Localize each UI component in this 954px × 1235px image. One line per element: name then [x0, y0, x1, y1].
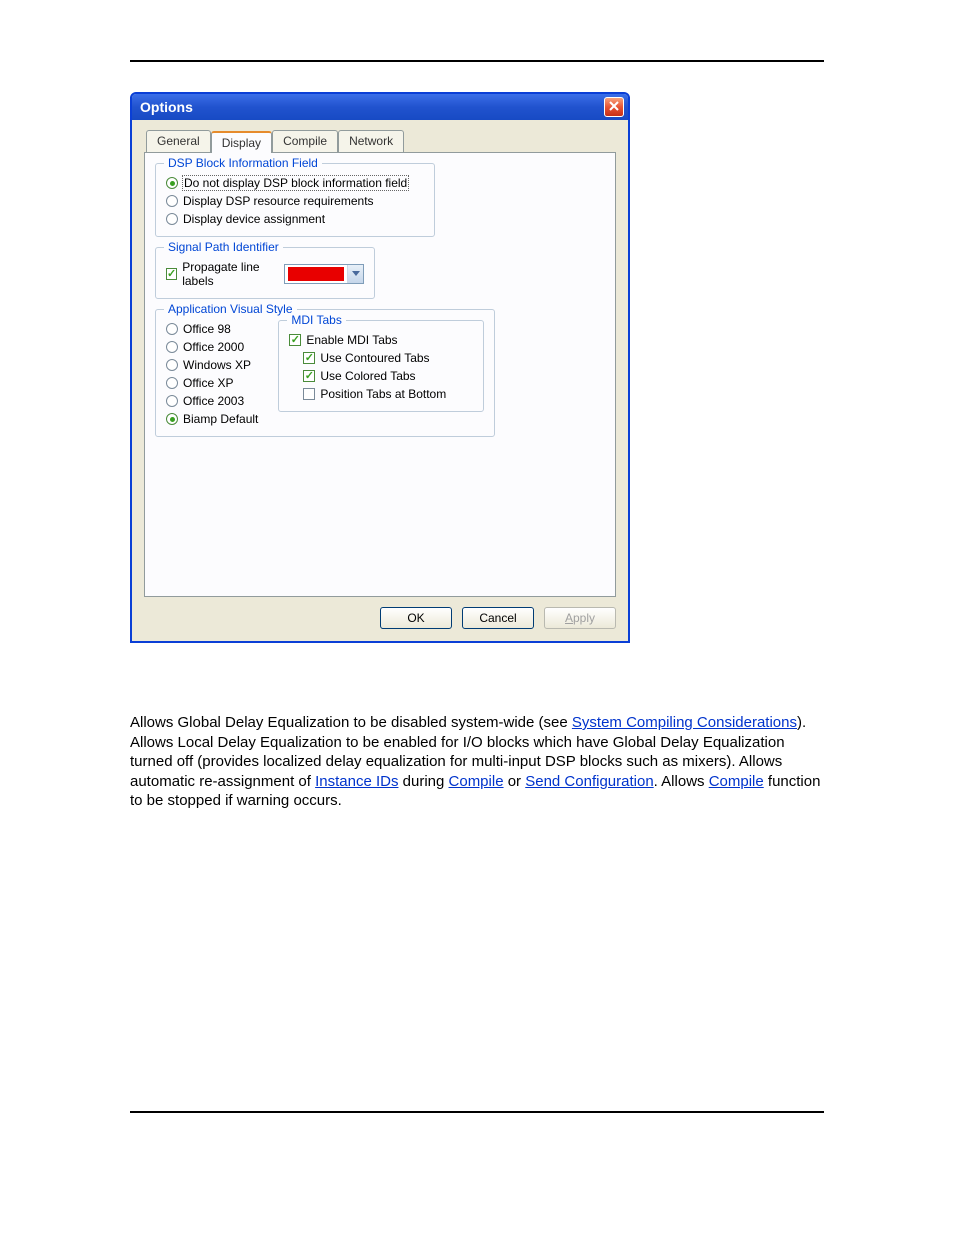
tab-general[interactable]: General [146, 130, 211, 152]
group-mdi-tabs: MDI Tabs ✓ Enable MDI Tabs ✓ Use Contour… [278, 320, 484, 412]
page-rule-bottom [130, 1111, 824, 1113]
ok-button[interactable]: OK [380, 607, 452, 629]
checkbox-icon: ✓ [303, 388, 315, 400]
dialog-button-row: OK Cancel Apply [144, 607, 616, 629]
radio-dsp-option-1[interactable]: Display DSP resource requirements [166, 192, 424, 210]
radio-label: Display device assignment [183, 212, 325, 226]
group-dsp-block-info: DSP Block Information Field Do not displ… [155, 163, 435, 237]
chevron-down-icon [347, 265, 363, 283]
radio-icon [166, 177, 178, 189]
description-paragraph: Allows Global Delay Equalization to be d… [130, 713, 824, 811]
radio-icon [166, 195, 178, 207]
checkbox-label: Propagate line labels [182, 260, 274, 288]
checkbox-label: Position Tabs at Bottom [320, 387, 446, 401]
page-rule-top [130, 60, 824, 62]
radio-icon [166, 341, 178, 353]
checkbox-icon: ✓ [166, 268, 177, 280]
titlebar: Options [132, 94, 628, 120]
color-dropdown[interactable] [284, 264, 364, 284]
text: . Allows [654, 773, 709, 790]
radio-label: Biamp Default [183, 412, 258, 426]
link-compile[interactable]: Compile [449, 773, 504, 790]
radio-label: Office 98 [183, 322, 231, 336]
checkbox-icon: ✓ [303, 370, 315, 382]
group-legend: DSP Block Information Field [164, 156, 322, 170]
checkbox-label: Use Colored Tabs [320, 369, 415, 383]
checkbox-use-colored-tabs[interactable]: ✓ Use Colored Tabs [289, 367, 473, 385]
radio-icon [166, 213, 178, 225]
radio-label: Office 2000 [183, 340, 244, 354]
radio-dsp-option-2[interactable]: Display device assignment [166, 210, 424, 228]
radio-style-biamp-default[interactable]: Biamp Default [166, 410, 258, 428]
checkbox-enable-mdi-tabs[interactable]: ✓ Enable MDI Tabs [289, 331, 473, 349]
color-swatch [288, 267, 344, 281]
text: Allows Global Delay Equalization to be d… [130, 714, 572, 731]
radio-label: Display DSP resource requirements [183, 194, 374, 208]
group-signal-path: Signal Path Identifier ✓ Propagate line … [155, 247, 375, 299]
radio-icon [166, 413, 178, 425]
tab-network[interactable]: Network [338, 130, 404, 152]
tab-strip: General Display Compile Network [144, 130, 616, 153]
text: or [504, 773, 526, 790]
options-dialog: Options General Display Compile Network … [130, 92, 630, 643]
checkbox-propagate-labels[interactable]: ✓ Propagate line labels [166, 258, 274, 290]
radio-icon [166, 395, 178, 407]
close-icon [608, 100, 620, 115]
group-legend: Application Visual Style [164, 302, 297, 316]
apply-button[interactable]: Apply [544, 607, 616, 629]
tab-display[interactable]: Display [211, 131, 272, 153]
group-legend: MDI Tabs [287, 313, 345, 327]
radio-icon [166, 323, 178, 335]
text: during [398, 773, 448, 790]
tab-compile[interactable]: Compile [272, 130, 338, 152]
close-button[interactable] [604, 97, 624, 117]
checkbox-position-tabs-bottom[interactable]: ✓ Position Tabs at Bottom [289, 385, 473, 403]
window-title: Options [140, 99, 193, 115]
radio-style-office-2003[interactable]: Office 2003 [166, 392, 258, 410]
checkbox-icon: ✓ [303, 352, 315, 364]
radio-icon [166, 359, 178, 371]
link-send-configuration[interactable]: Send Configuration [525, 773, 653, 790]
radio-style-office-2000[interactable]: Office 2000 [166, 338, 258, 356]
group-visual-style: Application Visual Style Office 98 Offic… [155, 309, 495, 437]
radio-style-office-98[interactable]: Office 98 [166, 320, 258, 338]
radio-label: Do not display DSP block information fie… [183, 176, 408, 190]
radio-style-office-xp[interactable]: Office XP [166, 374, 258, 392]
link-instance-ids[interactable]: Instance IDs [315, 773, 398, 790]
checkbox-icon: ✓ [289, 334, 301, 346]
radio-style-windows-xp[interactable]: Windows XP [166, 356, 258, 374]
radio-dsp-option-0[interactable]: Do not display DSP block information fie… [166, 174, 424, 192]
dialog-body: General Display Compile Network DSP Bloc… [132, 120, 628, 641]
link-compile-2[interactable]: Compile [709, 773, 764, 790]
cancel-button[interactable]: Cancel [462, 607, 534, 629]
radio-label: Windows XP [183, 358, 251, 372]
checkbox-label: Enable MDI Tabs [306, 333, 397, 347]
radio-label: Office XP [183, 376, 233, 390]
tab-panel-display: DSP Block Information Field Do not displ… [144, 152, 616, 597]
link-system-compiling-considerations[interactable]: System Compiling Considerations [572, 714, 797, 731]
checkbox-label: Use Contoured Tabs [320, 351, 429, 365]
radio-icon [166, 377, 178, 389]
group-legend: Signal Path Identifier [164, 240, 283, 254]
radio-label: Office 2003 [183, 394, 244, 408]
checkbox-use-contoured-tabs[interactable]: ✓ Use Contoured Tabs [289, 349, 473, 367]
